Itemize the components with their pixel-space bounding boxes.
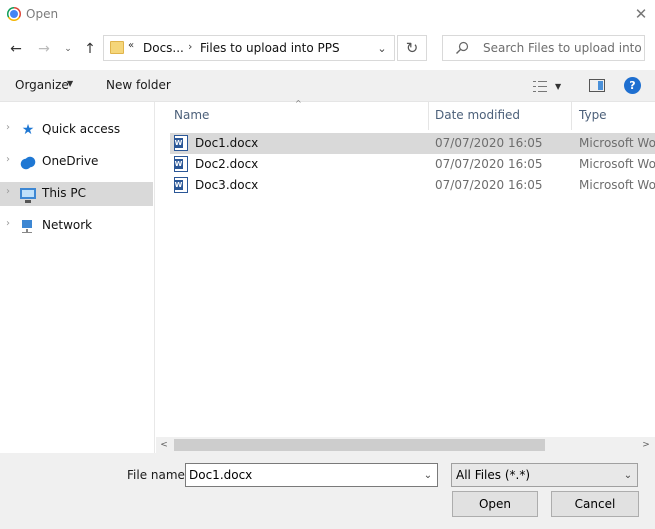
file-date-modified: 07/07/2020 16:05 — [435, 178, 543, 192]
scrollbar-thumb[interactable] — [174, 439, 545, 451]
column-header-type[interactable]: Type — [579, 102, 655, 130]
file-date-modified: 07/07/2020 16:05 — [435, 136, 543, 150]
back-button[interactable]: ← — [6, 37, 26, 61]
forward-button[interactable]: → — [34, 37, 54, 61]
column-divider[interactable] — [571, 102, 572, 130]
chrome-icon — [7, 7, 21, 21]
file-name-field[interactable] — [189, 466, 409, 484]
file-type-filter-select[interactable]: All Files (*.*) ⌄ — [451, 463, 638, 487]
back-arrow-icon: ← — [10, 41, 22, 57]
preview-pane-button[interactable] — [589, 79, 605, 92]
file-name-combobox[interactable]: ⌄ — [185, 463, 438, 487]
scroll-right-icon[interactable]: > — [640, 439, 652, 451]
breadcrumb-overflow[interactable]: « — [128, 40, 134, 51]
details-view-icon — [533, 80, 547, 92]
sidebar-item-onedrive[interactable]: › OneDrive — [0, 150, 153, 174]
file-date-modified: 07/07/2020 16:05 — [435, 157, 543, 171]
chevron-right-icon[interactable]: › — [6, 154, 10, 165]
file-row[interactable]: Doc2.docx 07/07/2020 16:05 Microsoft Wor… — [170, 154, 655, 175]
up-button[interactable]: ↑ — [80, 37, 100, 61]
search-box[interactable] — [442, 35, 645, 61]
caret-down-icon[interactable]: ▼ — [67, 79, 73, 88]
file-name-dropdown-button[interactable]: ⌄ — [420, 466, 436, 484]
caret-down-icon: ▼ — [555, 81, 562, 91]
chevron-down-icon: ⌄ — [64, 44, 72, 54]
file-name: Doc3.docx — [195, 178, 259, 192]
close-button[interactable]: ✕ — [628, 2, 654, 26]
file-type-filter-value: All Files (*.*) — [456, 468, 531, 482]
column-header-date-modified[interactable]: Date modified — [435, 102, 571, 130]
help-icon: ? — [629, 79, 636, 92]
refresh-icon: ↻ — [405, 39, 419, 57]
help-button[interactable]: ? — [624, 77, 641, 94]
folder-icon — [110, 41, 124, 54]
change-view-button[interactable]: ▼ — [533, 76, 573, 96]
scroll-left-icon[interactable]: < — [158, 439, 170, 451]
file-name: Doc1.docx — [195, 136, 259, 150]
dialog-footer: File name: ⌄ All Files (*.*) ⌄ Open Canc… — [0, 453, 655, 529]
close-icon: ✕ — [634, 5, 648, 23]
file-type: Microsoft Word Document — [579, 136, 655, 150]
file-type: Microsoft Word Document — [579, 157, 655, 171]
chevron-down-icon: ⌄ — [423, 469, 433, 481]
sort-ascending-icon: ^ — [295, 99, 302, 108]
open-button[interactable]: Open — [452, 491, 538, 517]
column-header-label: Type — [579, 108, 607, 122]
cancel-button[interactable]: Cancel — [551, 491, 639, 517]
breadcrumb-current-folder[interactable]: Files to upload into PPS — [200, 41, 340, 55]
navigation-pane: › ★ Quick access › OneDrive › This PC › … — [0, 102, 155, 453]
search-input[interactable] — [483, 37, 641, 59]
column-header-label: Date modified — [435, 108, 521, 122]
word-document-icon — [174, 156, 188, 172]
file-row[interactable]: Doc1.docx 07/07/2020 16:05 Microsoft Wor… — [170, 133, 655, 154]
file-list: Name ^ Date modified Type Doc1.docx 07/0… — [156, 99, 655, 453]
organize-button[interactable]: Organize — [15, 78, 69, 92]
word-document-icon — [174, 135, 188, 151]
breadcrumb-separator-icon[interactable]: › — [188, 40, 192, 53]
network-icon — [20, 218, 36, 234]
chevron-down-icon: ⌄ — [623, 469, 633, 481]
sidebar-item-label: Network — [42, 218, 93, 232]
forward-arrow-icon: → — [38, 41, 50, 57]
computer-icon — [20, 188, 36, 203]
up-arrow-icon: ↑ — [84, 41, 96, 57]
star-icon: ★ — [21, 122, 35, 138]
sidebar-item-network[interactable]: › Network — [0, 214, 153, 238]
word-document-icon — [174, 177, 188, 193]
title-bar: Open ✕ — [0, 0, 655, 30]
sidebar-item-label: This PC — [42, 186, 86, 200]
search-icon — [456, 41, 469, 54]
refresh-button[interactable]: ↻ — [397, 35, 427, 61]
address-bar[interactable]: « Docs... › Files to upload into PPS ⌄ — [103, 35, 395, 61]
sidebar-item-quick-access[interactable]: › ★ Quick access — [0, 118, 153, 142]
sidebar-item-label: OneDrive — [42, 154, 99, 168]
column-header-label: Name — [174, 108, 210, 122]
command-toolbar: Organize ▼ New folder ▼ ? — [0, 70, 655, 102]
chevron-down-icon: ⌄ — [377, 41, 387, 55]
file-name-label: File name: — [127, 468, 189, 482]
cloud-icon — [20, 154, 36, 170]
column-divider[interactable] — [428, 102, 429, 130]
chevron-right-icon[interactable]: › — [6, 122, 10, 133]
address-dropdown-button[interactable]: ⌄ — [374, 39, 390, 57]
sidebar-item-this-pc[interactable]: › This PC — [0, 182, 153, 206]
chevron-right-icon[interactable]: › — [6, 186, 10, 197]
breadcrumb-docs[interactable]: Docs... — [143, 41, 184, 55]
horizontal-scrollbar[interactable]: < > — [156, 437, 655, 453]
file-row[interactable]: Doc3.docx 07/07/2020 16:05 Microsoft Wor… — [170, 175, 655, 196]
window-title: Open — [26, 7, 59, 21]
chevron-right-icon[interactable]: › — [6, 218, 10, 229]
new-folder-button[interactable]: New folder — [106, 78, 171, 92]
recent-locations-button[interactable]: ⌄ — [60, 37, 76, 61]
file-name: Doc2.docx — [195, 157, 259, 171]
sidebar-item-label: Quick access — [42, 122, 121, 136]
file-type: Microsoft Word Document — [579, 178, 655, 192]
